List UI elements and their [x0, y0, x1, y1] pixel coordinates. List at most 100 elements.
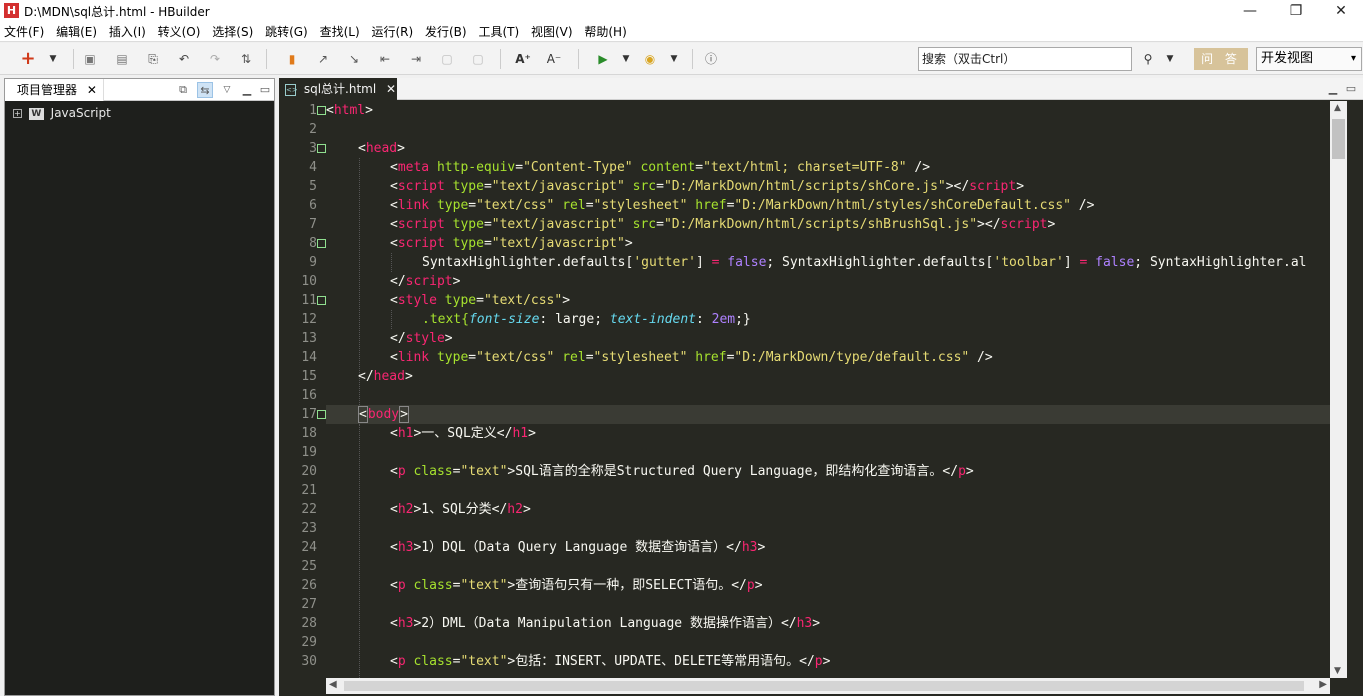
- code-line: <head>: [358, 141, 405, 156]
- font-increase-icon[interactable]: A⁺: [515, 51, 531, 67]
- uncomment-icon[interactable]: ▢: [470, 51, 486, 67]
- search-icon[interactable]: ⚲: [1140, 51, 1156, 67]
- menu-edit[interactable]: 编辑(E): [52, 22, 101, 42]
- scroll-up-icon[interactable]: ▲: [1334, 103, 1341, 113]
- minimize-panel-icon[interactable]: ▁: [239, 82, 255, 98]
- fold-toggle-icon[interactable]: [317, 296, 326, 305]
- line-number: 16: [301, 388, 317, 403]
- search-dropdown-icon[interactable]: ▼: [1162, 51, 1178, 67]
- line-number: 20: [301, 464, 317, 479]
- code-line: <body>: [358, 406, 409, 423]
- scroll-left-icon[interactable]: ◀: [329, 679, 337, 690]
- menu-select[interactable]: 选择(S): [208, 22, 257, 42]
- link-editor-icon[interactable]: ⇆: [197, 82, 213, 98]
- comment-icon[interactable]: ▢: [439, 51, 455, 67]
- scroll-down-icon[interactable]: ▼: [1334, 666, 1341, 676]
- code-line: <link type="text/css" rel="stylesheet" h…: [390, 350, 993, 365]
- code-editor[interactable]: <html> <head> <meta http-equiv="Content-…: [326, 101, 1330, 678]
- toolbar-separator: [266, 49, 267, 69]
- close-tab-icon[interactable]: ✕: [87, 83, 97, 97]
- menu-run[interactable]: 运行(R): [367, 22, 417, 42]
- close-tab-icon[interactable]: ✕: [386, 82, 396, 96]
- code-line: <script type="text/javascript" src="D:/M…: [390, 179, 1025, 194]
- scroll-right-icon[interactable]: ▶: [1319, 679, 1327, 690]
- run-icon[interactable]: ▶: [595, 51, 611, 67]
- menu-tools[interactable]: 工具(T): [474, 22, 523, 42]
- goto-next-icon[interactable]: ↘: [346, 51, 362, 67]
- maximize-panel-icon[interactable]: ▭: [257, 82, 273, 98]
- menu-find[interactable]: 查找(L): [316, 22, 364, 42]
- vertical-scrollbar[interactable]: ▲ ▼: [1330, 101, 1347, 678]
- expand-icon[interactable]: +: [13, 109, 22, 118]
- chevron-down-icon: ▾: [1350, 53, 1356, 64]
- browser-icon[interactable]: ◉: [642, 51, 658, 67]
- fold-toggle-icon[interactable]: [317, 106, 326, 115]
- ask-button[interactable]: 问 答: [1194, 48, 1248, 70]
- browser-dropdown-icon[interactable]: ▼: [666, 51, 682, 67]
- project-panel-title: 项目管理器: [17, 83, 78, 97]
- maximize-icon[interactable]: ❐: [1273, 0, 1319, 22]
- line-number: 14: [301, 350, 317, 365]
- maximize-panel-icon[interactable]: ▭: [1343, 81, 1359, 97]
- tree-item-javascript[interactable]: + W JavaScript: [13, 106, 111, 120]
- run-dropdown-icon[interactable]: ▼: [618, 51, 634, 67]
- fold-toggle-icon[interactable]: [317, 144, 326, 153]
- minimize-icon[interactable]: —: [1227, 0, 1273, 22]
- toolbar: + ▼ ▣ ▤ ⎘ ↶ ↷ ⇅ ▮ ↗ ↘ ⇤ ⇥ ▢ ▢ A⁺ A⁻ ▶ ▼ …: [0, 43, 1363, 75]
- indent-guide: [391, 310, 392, 329]
- revert-icon[interactable]: ⎘: [145, 51, 161, 67]
- line-number: 9: [309, 255, 317, 270]
- code-line: <script type="text/javascript" src="D:/M…: [390, 217, 1056, 232]
- line-number: 25: [301, 559, 317, 574]
- tab-label: sql总计.html: [303, 82, 377, 96]
- vertical-scroll-thumb[interactable]: [1332, 119, 1345, 159]
- line-number: 10: [301, 274, 317, 289]
- toolbar-separator: [73, 49, 74, 69]
- tab-sql-html[interactable]: <> sql总计.html ✕: [279, 78, 397, 101]
- minimize-panel-icon[interactable]: ▁: [1325, 81, 1341, 97]
- save-all-icon[interactable]: ▤: [114, 51, 130, 67]
- undo-icon[interactable]: ↶: [176, 51, 192, 67]
- line-number: 3: [309, 141, 317, 156]
- save-icon[interactable]: ▣: [82, 51, 98, 67]
- code-line: <meta http-equiv="Content-Type" content=…: [390, 160, 931, 175]
- menu-view[interactable]: 视图(V): [527, 22, 577, 42]
- redo-icon[interactable]: ↷: [207, 51, 223, 67]
- horizontal-scrollbar[interactable]: ◀ ▶: [326, 678, 1330, 694]
- menu-escape[interactable]: 转义(O): [154, 22, 205, 42]
- search-input[interactable]: 搜索（双击Ctrl）: [918, 47, 1132, 71]
- menu-bar: 文件(F) 编辑(E) 插入(I) 转义(O) 选择(S) 跳转(G) 查找(L…: [0, 22, 1363, 42]
- menu-goto[interactable]: 跳转(G): [261, 22, 312, 42]
- code-line: </script>: [390, 274, 461, 289]
- menu-file[interactable]: 文件(F): [0, 22, 48, 42]
- code-line: <h3>2）DML（Data Manipulation Language 数据操…: [390, 616, 821, 631]
- goto-start-icon[interactable]: ⇤: [377, 51, 393, 67]
- goto-end-icon[interactable]: ⇥: [408, 51, 424, 67]
- font-decrease-icon[interactable]: A⁻: [546, 51, 562, 67]
- horizontal-scroll-thumb[interactable]: [344, 681, 1304, 691]
- info-icon[interactable]: ⓘ: [703, 51, 719, 67]
- menu-help[interactable]: 帮助(H): [580, 22, 630, 42]
- code-line: </style>: [390, 331, 453, 346]
- menu-insert[interactable]: 插入(I): [105, 22, 150, 42]
- fold-toggle-icon[interactable]: [317, 239, 326, 248]
- code-line: <h3>1）DQL（Data Query Language 数据查询语言）</h…: [390, 540, 766, 555]
- code-line: <script type="text/javascript">: [390, 236, 633, 251]
- new-file-icon[interactable]: +: [20, 50, 36, 68]
- fold-toggle-icon[interactable]: [317, 410, 326, 419]
- close-icon[interactable]: ✕: [1318, 0, 1363, 22]
- new-dropdown-icon[interactable]: ▼: [45, 51, 61, 67]
- project-panel-tab[interactable]: 项目管理器 ✕: [5, 79, 104, 101]
- web-project-icon: W: [28, 107, 44, 120]
- project-panel-header: 项目管理器 ✕ ⧉ ⇆ ▽ ▁ ▭: [5, 79, 274, 101]
- menu-publish[interactable]: 发行(B): [421, 22, 471, 42]
- line-number: 27: [301, 597, 317, 612]
- view-menu-icon[interactable]: ▽: [219, 82, 235, 98]
- line-number: 13: [301, 331, 317, 346]
- format-icon[interactable]: ⇅: [238, 51, 254, 67]
- code-line: <p class="text">包括：INSERT、UPDATE、DELETE等…: [390, 654, 831, 669]
- bookmark-icon[interactable]: ▮: [284, 51, 300, 67]
- collapse-all-icon[interactable]: ⧉: [175, 82, 191, 98]
- view-select[interactable]: 开发视图 ▾: [1256, 47, 1362, 71]
- goto-prev-icon[interactable]: ↗: [315, 51, 331, 67]
